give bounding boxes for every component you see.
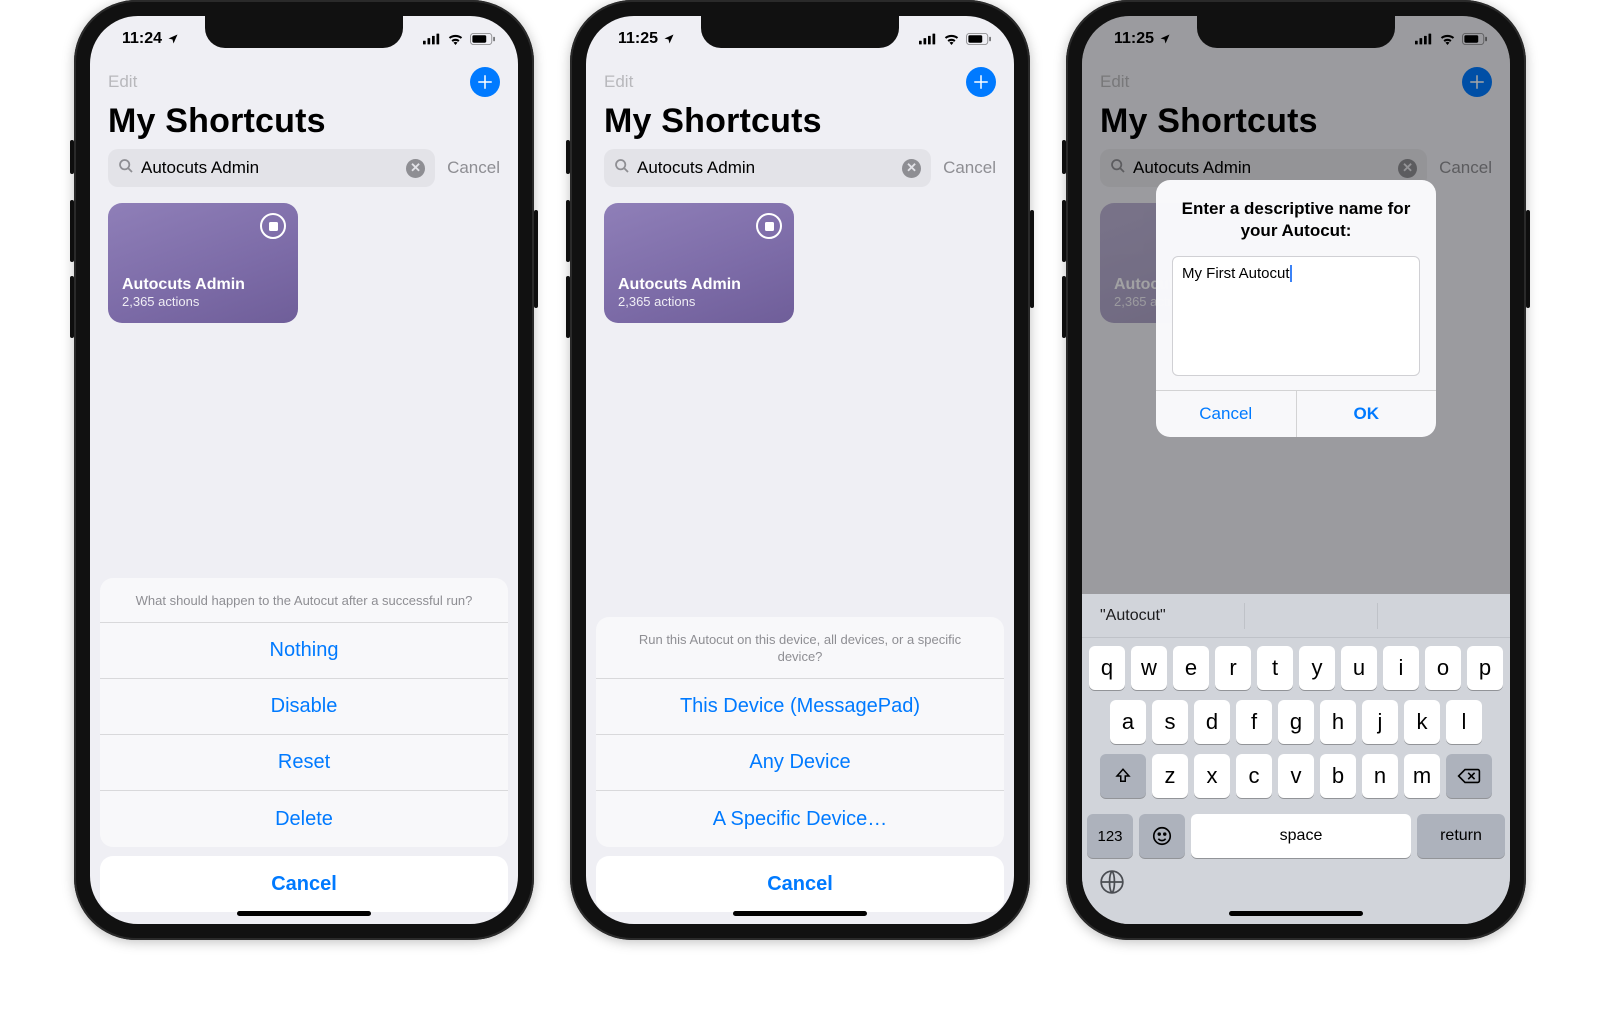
key-u[interactable]: u bbox=[1341, 646, 1377, 690]
cellular-icon bbox=[919, 33, 937, 45]
action-sheet: What should happen to the Autocut after … bbox=[100, 578, 508, 912]
key-v[interactable]: v bbox=[1278, 754, 1314, 798]
wifi-icon bbox=[943, 33, 960, 45]
search-value: Autocuts Admin bbox=[141, 158, 399, 178]
wifi-icon bbox=[447, 33, 464, 45]
clear-search-icon[interactable]: ✕ bbox=[902, 159, 921, 178]
location-icon bbox=[663, 33, 675, 45]
key-k[interactable]: k bbox=[1404, 700, 1440, 744]
clear-search-icon[interactable]: ✕ bbox=[406, 159, 425, 178]
alert-text-input[interactable]: My First Autocut bbox=[1172, 256, 1420, 376]
cancel-search-button[interactable]: Cancel bbox=[447, 158, 500, 178]
key-c[interactable]: c bbox=[1236, 754, 1272, 798]
key-i[interactable]: i bbox=[1383, 646, 1419, 690]
search-icon bbox=[614, 158, 630, 179]
shortcut-card[interactable]: Autocuts Admin 2,365 actions bbox=[108, 203, 298, 323]
card-subtitle: 2,365 actions bbox=[618, 294, 780, 309]
sheet-option-disable[interactable]: Disable bbox=[100, 679, 508, 735]
suggestion-item[interactable] bbox=[1378, 603, 1510, 629]
status-time: 11:24 bbox=[122, 30, 162, 48]
alert-dialog: Enter a descriptive name for your Autocu… bbox=[1156, 180, 1436, 437]
add-button[interactable] bbox=[966, 67, 996, 97]
home-indicator[interactable] bbox=[733, 911, 867, 916]
alert-ok-button[interactable]: OK bbox=[1297, 391, 1437, 437]
emoji-key[interactable] bbox=[1139, 814, 1185, 858]
sheet-option-reset[interactable]: Reset bbox=[100, 735, 508, 791]
globe-key[interactable] bbox=[1098, 868, 1126, 896]
alert-title: Enter a descriptive name for your Autocu… bbox=[1156, 180, 1436, 256]
suggestion-item[interactable] bbox=[1245, 603, 1378, 629]
sheet-cancel-button[interactable]: Cancel bbox=[596, 856, 1004, 912]
key-a[interactable]: a bbox=[1110, 700, 1146, 744]
sheet-cancel-button[interactable]: Cancel bbox=[100, 856, 508, 912]
page-title: My Shortcuts bbox=[586, 100, 1014, 149]
keyboard: "Autocut" qwertyuiop asdfghjkl zxcvbnm 1… bbox=[1082, 594, 1510, 924]
key-n[interactable]: n bbox=[1362, 754, 1398, 798]
key-s[interactable]: s bbox=[1152, 700, 1188, 744]
card-title: Autocuts Admin bbox=[618, 276, 780, 294]
location-icon bbox=[167, 33, 179, 45]
add-button[interactable] bbox=[470, 67, 500, 97]
key-d[interactable]: d bbox=[1194, 700, 1230, 744]
stop-icon[interactable] bbox=[756, 213, 782, 239]
suggestion-item[interactable]: "Autocut" bbox=[1082, 603, 1245, 629]
key-y[interactable]: y bbox=[1299, 646, 1335, 690]
action-sheet: Run this Autocut on this device, all dev… bbox=[596, 617, 1004, 912]
key-h[interactable]: h bbox=[1320, 700, 1356, 744]
status-time: 11:25 bbox=[618, 30, 658, 48]
key-j[interactable]: j bbox=[1362, 700, 1398, 744]
key-t[interactable]: t bbox=[1257, 646, 1293, 690]
key-r[interactable]: r bbox=[1215, 646, 1251, 690]
home-indicator[interactable] bbox=[1229, 911, 1363, 916]
key-p[interactable]: p bbox=[1467, 646, 1503, 690]
shortcut-card[interactable]: Autocuts Admin 2,365 actions bbox=[604, 203, 794, 323]
key-b[interactable]: b bbox=[1320, 754, 1356, 798]
mode-key[interactable]: 123 bbox=[1087, 814, 1133, 858]
sheet-option-specific-device[interactable]: A Specific Device… bbox=[596, 791, 1004, 847]
cancel-search-button[interactable]: Cancel bbox=[943, 158, 996, 178]
key-z[interactable]: z bbox=[1152, 754, 1188, 798]
sheet-header: What should happen to the Autocut after … bbox=[100, 578, 508, 623]
card-subtitle: 2,365 actions bbox=[122, 294, 284, 309]
key-o[interactable]: o bbox=[1425, 646, 1461, 690]
search-input[interactable]: Autocuts Admin ✕ bbox=[604, 149, 931, 187]
home-indicator[interactable] bbox=[237, 911, 371, 916]
search-input[interactable]: Autocuts Admin ✕ bbox=[108, 149, 435, 187]
key-q[interactable]: q bbox=[1089, 646, 1125, 690]
key-w[interactable]: w bbox=[1131, 646, 1167, 690]
search-icon bbox=[118, 158, 134, 179]
key-f[interactable]: f bbox=[1236, 700, 1272, 744]
edit-button[interactable]: Edit bbox=[108, 72, 137, 92]
shift-key[interactable] bbox=[1100, 754, 1146, 798]
page-title: My Shortcuts bbox=[90, 100, 518, 149]
card-title: Autocuts Admin bbox=[122, 276, 284, 294]
cellular-icon bbox=[423, 33, 441, 45]
sheet-option-nothing[interactable]: Nothing bbox=[100, 623, 508, 679]
key-e[interactable]: e bbox=[1173, 646, 1209, 690]
search-value: Autocuts Admin bbox=[637, 158, 895, 178]
sheet-header: Run this Autocut on this device, all dev… bbox=[596, 617, 1004, 679]
sheet-option-any-device[interactable]: Any Device bbox=[596, 735, 1004, 791]
backspace-key[interactable] bbox=[1446, 754, 1492, 798]
key-m[interactable]: m bbox=[1404, 754, 1440, 798]
sheet-option-this-device[interactable]: This Device (MessagePad) bbox=[596, 679, 1004, 735]
key-l[interactable]: l bbox=[1446, 700, 1482, 744]
edit-button[interactable]: Edit bbox=[604, 72, 633, 92]
battery-icon bbox=[470, 33, 496, 45]
stop-icon[interactable] bbox=[260, 213, 286, 239]
key-x[interactable]: x bbox=[1194, 754, 1230, 798]
battery-icon bbox=[966, 33, 992, 45]
key-g[interactable]: g bbox=[1278, 700, 1314, 744]
alert-cancel-button[interactable]: Cancel bbox=[1156, 391, 1297, 437]
space-key[interactable]: space bbox=[1191, 814, 1411, 858]
sheet-option-delete[interactable]: Delete bbox=[100, 791, 508, 847]
return-key[interactable]: return bbox=[1417, 814, 1505, 858]
